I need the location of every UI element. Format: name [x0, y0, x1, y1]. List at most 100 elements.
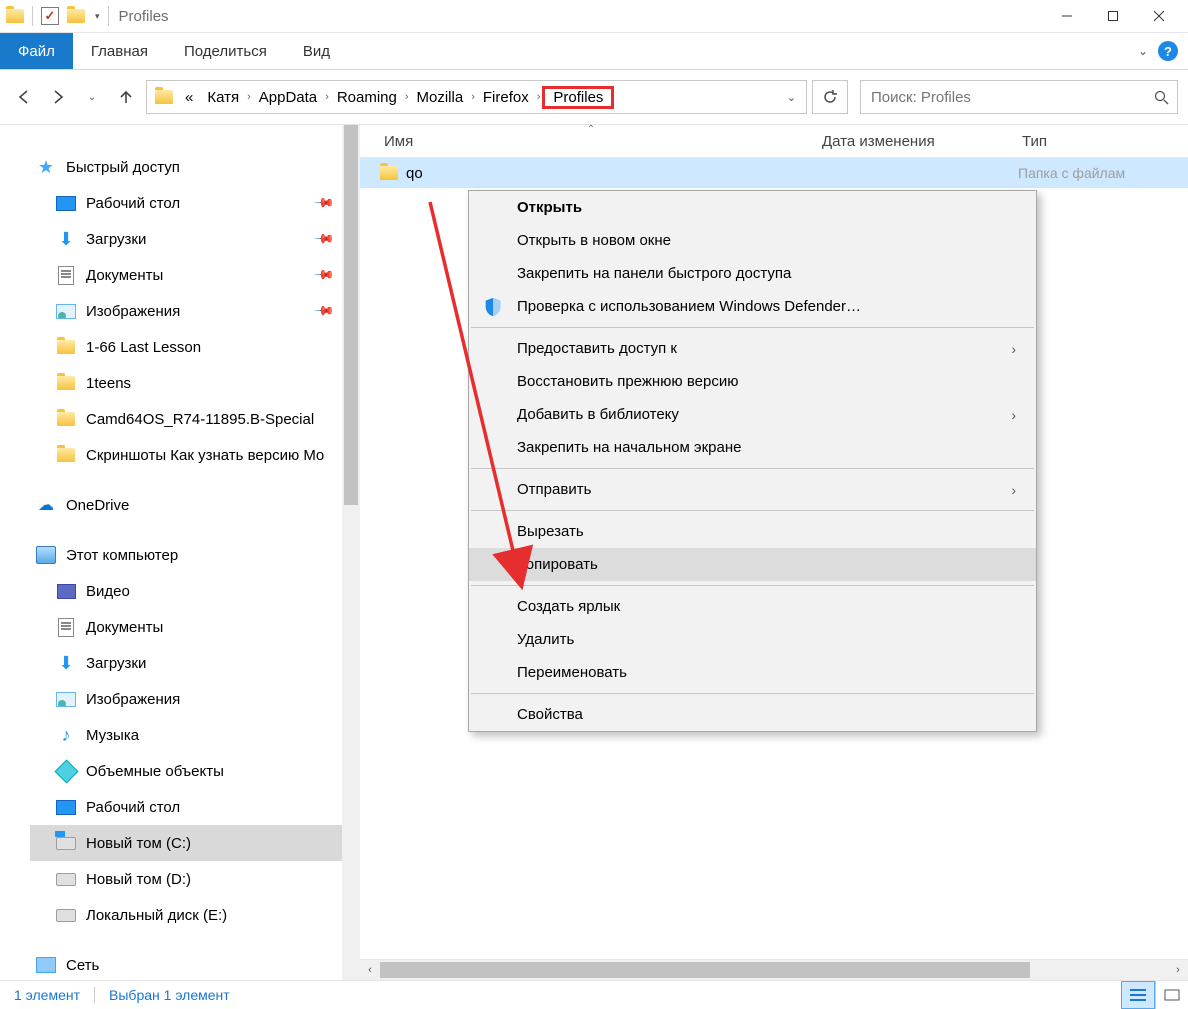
context-item-label: Предоставить доступ к [517, 340, 677, 357]
breadcrumb-item[interactable]: Roaming [331, 87, 403, 108]
sidebar-item-label: Документы [86, 619, 163, 636]
sidebar-item[interactable]: Рабочий стол📌 [30, 185, 360, 221]
breadcrumb-item[interactable]: Mozilla [411, 87, 470, 108]
help-icon[interactable]: ? [1158, 41, 1178, 61]
column-header-name[interactable]: ⌃Имя [360, 133, 822, 150]
sidebar-item-label: Документы [86, 267, 163, 284]
mus-icon: ♪ [56, 725, 76, 745]
sidebar-item[interactable]: 1-66 Last Lesson [30, 329, 360, 365]
address-bar[interactable]: « Катя› AppData› Roaming› Mozilla› Firef… [146, 80, 807, 114]
sidebar-item[interactable]: Новый том (D:) [30, 861, 360, 897]
context-item[interactable]: Вырезать [469, 515, 1036, 548]
minimize-button[interactable] [1044, 0, 1090, 32]
desk-icon [56, 193, 76, 213]
context-item[interactable]: Восстановить прежнюю версию [469, 365, 1036, 398]
back-button[interactable] [10, 83, 38, 111]
recent-dropdown[interactable]: ⌄ [78, 83, 106, 111]
context-item[interactable]: Создать ярлык [469, 590, 1036, 623]
context-item[interactable]: Открыть в новом окне [469, 224, 1036, 257]
sidebar-item[interactable]: Скриншоты Как узнать версию Mo [30, 437, 360, 473]
sidebar-item[interactable]: Изображения📌 [30, 293, 360, 329]
sidebar-item[interactable]: Рабочий стол [30, 789, 360, 825]
tab-view[interactable]: Вид [285, 33, 348, 69]
submenu-arrow-icon: › [1011, 407, 1016, 423]
context-item[interactable]: Удалить [469, 623, 1036, 656]
sidebar-item[interactable]: ⬇Загрузки📌 [30, 221, 360, 257]
sidebar-quick-access[interactable]: ★ Быстрый доступ [30, 149, 360, 185]
maximize-button[interactable] [1090, 0, 1136, 32]
search-box[interactable] [860, 80, 1178, 114]
view-details-button[interactable] [1121, 981, 1155, 1009]
sidebar-item[interactable]: Новый том (C:) [30, 825, 360, 861]
sidebar-item[interactable]: Объемные объекты [30, 753, 360, 789]
pin-icon: 📌 [313, 228, 336, 251]
sidebar-network[interactable]: Сеть [30, 947, 360, 980]
sidebar-item[interactable]: 1teens [30, 365, 360, 401]
sidebar-item-label: Изображения [86, 303, 180, 320]
qat-newfolder-icon[interactable] [67, 9, 85, 23]
sidebar-item-label: 1teens [86, 375, 131, 392]
sidebar-item[interactable]: Изображения [30, 681, 360, 717]
file-row[interactable]: qo Папка с файлам [360, 158, 1188, 188]
column-header-type[interactable]: Тип [1022, 133, 1188, 150]
sidebar-item[interactable]: ♪ Музыка [30, 717, 360, 753]
status-selection: Выбран 1 элемент [94, 987, 244, 1003]
up-button[interactable] [112, 83, 140, 111]
column-header-date[interactable]: Дата изменения [822, 133, 1022, 150]
ribbon-expand-icon[interactable]: ⌄ [1138, 44, 1148, 58]
context-item[interactable]: Копировать [469, 548, 1036, 581]
sidebar-item-label: Загрузки [86, 231, 146, 248]
sidebar-label: Этот компьютер [66, 547, 178, 564]
scroll-left-icon[interactable]: ‹ [360, 964, 380, 976]
context-item[interactable]: Закрепить на начальном экране [469, 431, 1036, 464]
tab-file[interactable]: Файл [0, 33, 73, 69]
folder-icon [56, 445, 76, 465]
address-dropdown-icon[interactable]: ⌄ [781, 91, 802, 104]
context-item[interactable]: Переименовать [469, 656, 1036, 689]
breadcrumb-item[interactable]: Firefox [477, 87, 535, 108]
sidebar-item-label: Рабочий стол [86, 799, 180, 816]
sidebar-item[interactable]: Документы [30, 609, 360, 645]
sidebar-scrollbar[interactable] [342, 125, 360, 980]
sidebar-this-pc[interactable]: Этот компьютер [30, 537, 360, 573]
breadcrumb-item[interactable]: Катя [201, 87, 245, 108]
sidebar-item[interactable]: ⬇Загрузки [30, 645, 360, 681]
context-item[interactable]: Свойства [469, 698, 1036, 731]
context-item-label: Переименовать [517, 664, 627, 681]
context-item[interactable]: Предоставить доступ к› [469, 332, 1036, 365]
context-item[interactable]: Добавить в библиотеку› [469, 398, 1036, 431]
sidebar-item[interactable]: Camd64OS_R74-11895.B-Special [30, 401, 360, 437]
sidebar-item[interactable]: Локальный диск (E:) [30, 897, 360, 933]
context-item[interactable]: Проверка с использованием Windows Defend… [469, 290, 1036, 323]
search-input[interactable] [869, 88, 1154, 107]
qat-properties-icon[interactable]: ✓ [41, 7, 59, 25]
context-item-label: Свойства [517, 706, 583, 723]
breadcrumb-prefix[interactable]: « [179, 87, 199, 108]
sidebar-item-label: 1-66 Last Lesson [86, 339, 201, 356]
close-button[interactable] [1136, 0, 1182, 32]
sidebar-item-label: Рабочий стол [86, 195, 180, 212]
sidebar-onedrive[interactable]: ☁ OneDrive [30, 487, 360, 523]
refresh-button[interactable] [812, 80, 848, 114]
context-item[interactable]: Закрепить на панели быстрого доступа [469, 257, 1036, 290]
tab-home[interactable]: Главная [73, 33, 166, 69]
tab-share[interactable]: Поделиться [166, 33, 285, 69]
forward-button[interactable] [44, 83, 72, 111]
breadcrumb-current[interactable]: Profiles [542, 86, 614, 109]
breadcrumb-item[interactable]: AppData [253, 87, 323, 108]
context-item[interactable]: Открыть [469, 191, 1036, 224]
view-icons-button[interactable] [1155, 981, 1188, 1009]
network-icon [36, 955, 56, 975]
app-folder-icon [6, 9, 24, 23]
sidebar-item-label: Объемные объекты [86, 763, 224, 780]
scroll-right-icon[interactable]: › [1168, 964, 1188, 976]
context-item-label: Восстановить прежнюю версию [517, 373, 738, 390]
ribbon: Файл Главная Поделиться Вид ⌄ ? [0, 33, 1188, 70]
sidebar-item[interactable]: Документы📌 [30, 257, 360, 293]
search-icon[interactable] [1154, 90, 1169, 105]
context-item[interactable]: Отправить› [469, 473, 1036, 506]
sidebar-item[interactable]: Видео [30, 573, 360, 609]
horizontal-scrollbar[interactable]: ‹ › [360, 959, 1188, 980]
sidebar-item-label: Музыка [86, 727, 139, 744]
qat-dropdown-icon[interactable]: ▾ [95, 11, 100, 22]
